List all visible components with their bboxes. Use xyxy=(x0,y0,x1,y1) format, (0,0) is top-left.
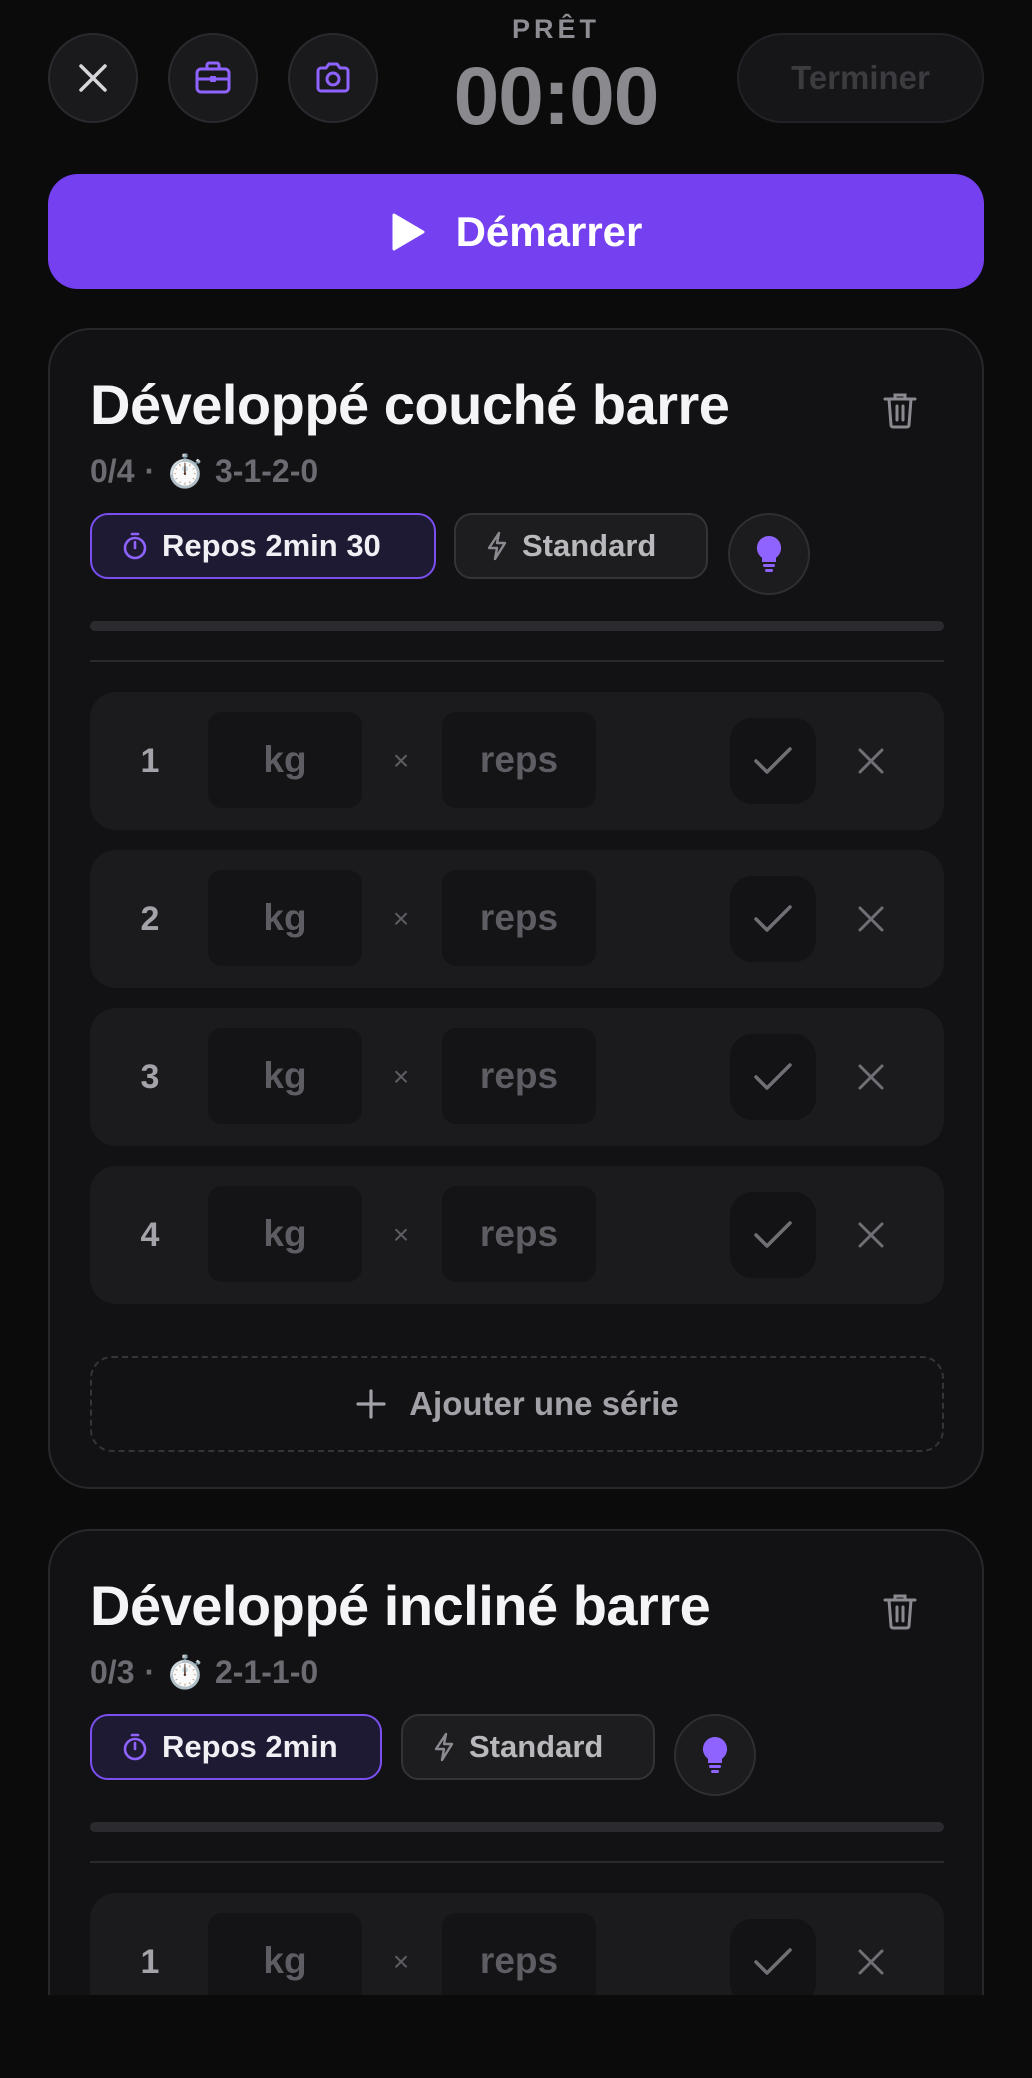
workout-timer: 00:00 xyxy=(453,51,660,142)
workout-header: PRÊT 00:00 Terminer xyxy=(0,0,1032,160)
trash-icon xyxy=(883,1594,917,1630)
camera-icon xyxy=(316,62,350,93)
trash-icon xyxy=(883,393,917,429)
remove-set-button[interactable] xyxy=(836,726,906,796)
add-set-label: Ajouter une série xyxy=(409,1385,679,1422)
complete-set-button[interactable] xyxy=(730,1919,816,2005)
weight-input[interactable]: kg xyxy=(208,712,362,808)
close-icon xyxy=(858,1949,884,1975)
close-icon xyxy=(858,748,884,774)
reps-input[interactable]: reps xyxy=(442,712,596,808)
exercise-card: Développé incliné barre 0/3 · ⏱️ 2-1-1-0… xyxy=(48,1529,984,2049)
set-row: 4 kg × reps xyxy=(90,1166,944,1304)
plus-icon xyxy=(356,1389,386,1419)
lightning-icon xyxy=(487,531,507,561)
complete-set-button[interactable] xyxy=(730,718,816,804)
close-icon xyxy=(79,64,107,92)
complete-set-button[interactable] xyxy=(730,1192,816,1278)
times-sign: × xyxy=(392,1061,410,1092)
tip-button[interactable] xyxy=(674,1714,756,1796)
exercise-card: Développé couché barre 0/4 · ⏱️ 3-1-2-0 … xyxy=(48,328,984,1489)
start-button-label: Démarrer xyxy=(455,207,643,255)
exercise-meta: 0/3 · ⏱️ 2-1-1-0 xyxy=(90,1653,318,1691)
rest-timer-chip[interactable]: Repos 2min xyxy=(90,1714,382,1780)
lightbulb-icon xyxy=(756,535,782,572)
delete-exercise-button[interactable] xyxy=(876,1587,924,1635)
check-icon xyxy=(754,1221,792,1248)
sets-progress-bar xyxy=(90,621,944,631)
times-sign: × xyxy=(392,1219,410,1250)
rest-label: Repos 2min xyxy=(162,1729,338,1764)
timer-icon xyxy=(123,532,147,560)
check-icon xyxy=(754,905,792,932)
delete-exercise-button[interactable] xyxy=(876,386,924,434)
set-mode-chip[interactable]: Standard xyxy=(401,1714,655,1780)
play-icon xyxy=(392,213,425,250)
toolbox-button[interactable] xyxy=(168,33,258,123)
set-number: 3 xyxy=(140,1057,160,1096)
rest-label: Repos 2min 30 xyxy=(162,528,381,563)
timer-icon xyxy=(123,1733,147,1761)
bottom-safe-area xyxy=(0,1995,1032,2078)
exercise-meta: 0/4 · ⏱️ 3-1-2-0 xyxy=(90,452,318,490)
check-icon xyxy=(754,1063,792,1090)
reps-input[interactable]: reps xyxy=(442,870,596,966)
divider xyxy=(90,660,944,662)
check-icon xyxy=(754,747,792,774)
exercise-title: Développé incliné barre xyxy=(90,1574,711,1637)
add-set-button[interactable]: Ajouter une série xyxy=(90,1356,944,1452)
remove-set-button[interactable] xyxy=(836,1042,906,1112)
lightbulb-icon xyxy=(702,1736,728,1773)
exercise-title: Développé couché barre xyxy=(90,373,730,436)
meta-separator: · xyxy=(144,1653,156,1690)
mode-label: Standard xyxy=(522,528,657,563)
meta-separator: · xyxy=(144,452,156,489)
lightning-icon xyxy=(434,1732,454,1762)
reps-input[interactable]: reps xyxy=(442,1028,596,1124)
mode-label: Standard xyxy=(469,1729,604,1764)
camera-button[interactable] xyxy=(288,33,378,123)
set-number: 1 xyxy=(140,741,160,780)
rest-timer-chip[interactable]: Repos 2min 30 xyxy=(90,513,436,579)
reps-input[interactable]: reps xyxy=(442,1186,596,1282)
sets-progress-bar xyxy=(90,1822,944,1832)
weight-input[interactable]: kg xyxy=(208,1186,362,1282)
stopwatch-emoji: ⏱️ xyxy=(165,453,205,489)
weight-input[interactable]: kg xyxy=(208,1028,362,1124)
close-icon xyxy=(858,1064,884,1090)
remove-set-button[interactable] xyxy=(836,884,906,954)
times-sign: × xyxy=(392,903,410,934)
set-number: 2 xyxy=(140,899,160,938)
complete-set-button[interactable] xyxy=(730,876,816,962)
briefcase-icon xyxy=(195,61,231,94)
remove-set-button[interactable] xyxy=(836,1200,906,1270)
set-mode-chip[interactable]: Standard xyxy=(454,513,708,579)
set-row: 2 kg × reps xyxy=(90,850,944,988)
stopwatch-emoji: ⏱️ xyxy=(165,1654,205,1690)
check-icon xyxy=(754,1948,792,1975)
close-icon xyxy=(858,906,884,932)
remove-set-button[interactable] xyxy=(836,1927,906,1997)
finish-button[interactable]: Terminer xyxy=(737,33,984,123)
set-number: 4 xyxy=(140,1215,160,1254)
times-sign: × xyxy=(392,745,410,776)
close-button[interactable] xyxy=(48,33,138,123)
start-button[interactable]: Démarrer xyxy=(48,174,984,289)
complete-set-button[interactable] xyxy=(730,1034,816,1120)
tempo: 2-1-1-0 xyxy=(214,1653,319,1690)
weight-input[interactable]: kg xyxy=(208,870,362,966)
tempo: 3-1-2-0 xyxy=(214,452,319,489)
close-icon xyxy=(858,1222,884,1248)
divider xyxy=(90,1861,944,1863)
sets-progress: 0/3 xyxy=(90,1653,135,1690)
timer-status: PRÊT xyxy=(511,14,600,44)
sets-progress: 0/4 xyxy=(90,452,135,489)
tip-button[interactable] xyxy=(728,513,810,595)
set-row: 1 kg × reps xyxy=(90,692,944,830)
set-row: 3 kg × reps xyxy=(90,1008,944,1146)
